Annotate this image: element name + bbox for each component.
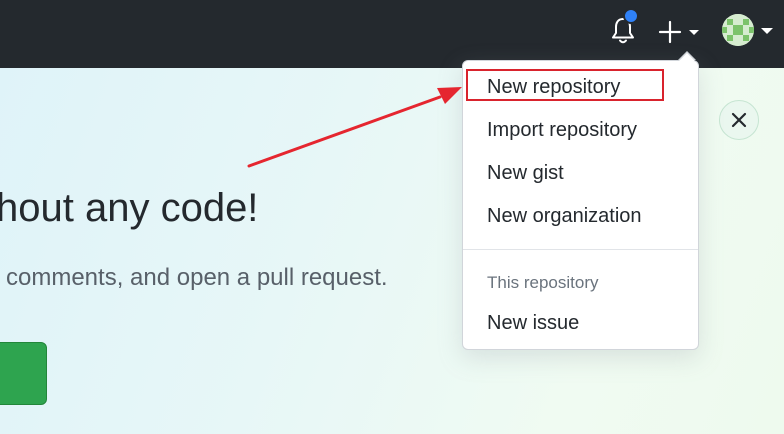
menu-item-new-organization[interactable]: New organization (487, 205, 642, 228)
top-navbar (0, 0, 784, 68)
banner-subtitle: comments, and open a pull request. (6, 264, 388, 291)
dropdown-caret-fill (679, 53, 695, 61)
caret-down-icon (761, 28, 773, 34)
avatar-icon (722, 14, 754, 46)
create-new-dropdown-menu: New repository Import repository New gis… (462, 60, 699, 350)
menu-item-new-issue[interactable]: New issue (487, 312, 579, 335)
menu-section-header: This repository (487, 273, 599, 292)
notification-indicator (623, 8, 639, 24)
menu-divider (463, 249, 698, 250)
menu-item-new-repository[interactable]: New repository (487, 76, 620, 99)
dismiss-banner-button[interactable] (719, 100, 759, 140)
menu-item-import-repository[interactable]: Import repository (487, 119, 637, 142)
user-menu-button[interactable] (722, 14, 778, 48)
create-new-dropdown-button[interactable] (658, 18, 704, 46)
menu-item-new-gist[interactable]: New gist (487, 162, 564, 185)
avatar (722, 14, 754, 46)
banner-title: hout any code! (0, 186, 259, 230)
primary-action-button[interactable] (0, 342, 47, 405)
caret-down-icon (689, 30, 699, 35)
close-icon (731, 112, 747, 128)
plus-icon (658, 20, 699, 44)
